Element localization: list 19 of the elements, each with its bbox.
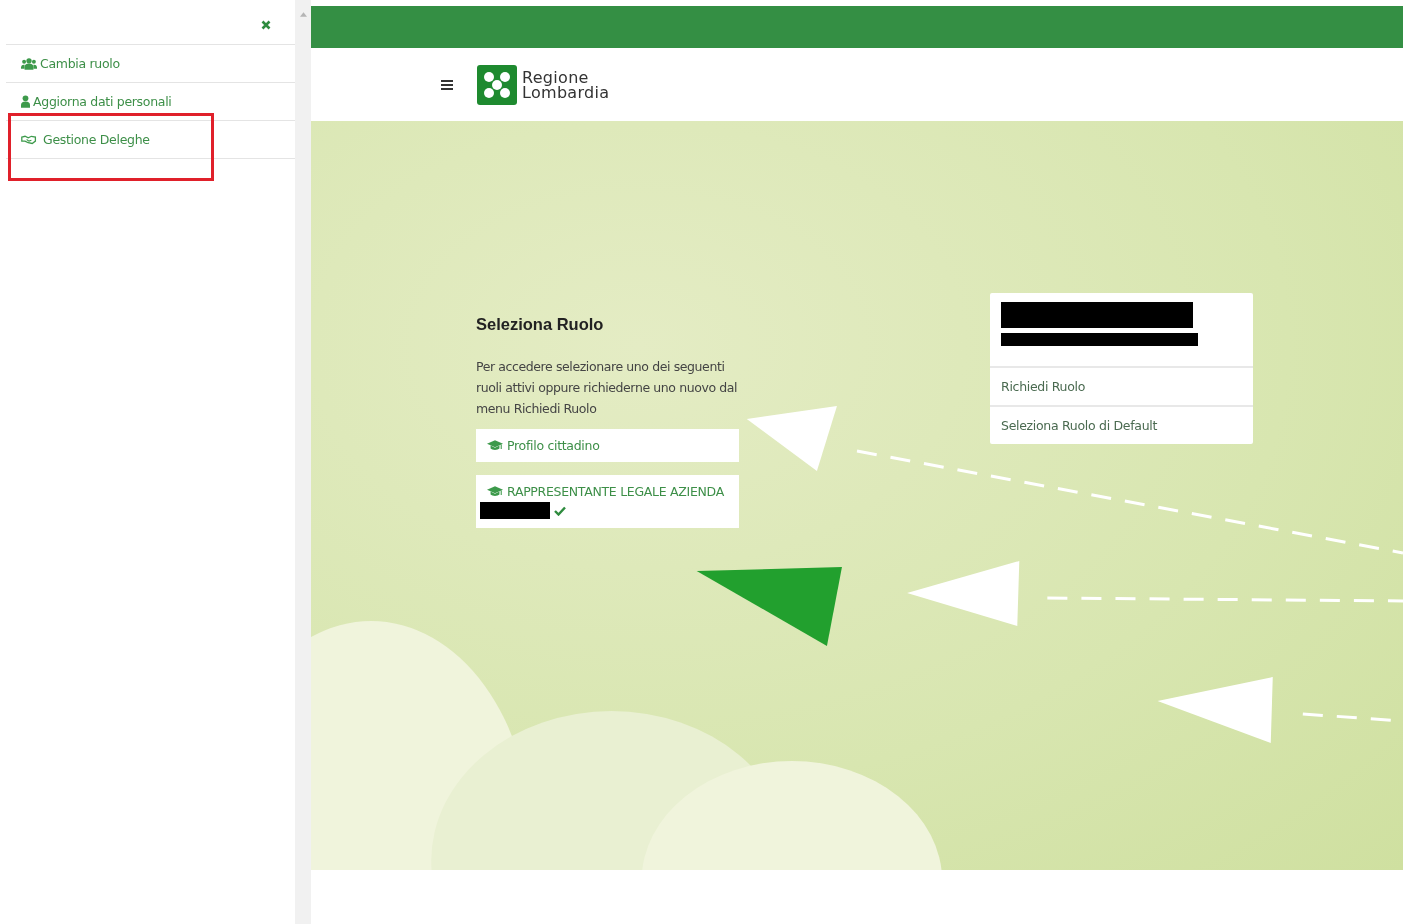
- menu-link[interactable]: Richiedi Ruolo: [990, 368, 1253, 407]
- logo-icon: [477, 64, 517, 105]
- close-icon[interactable]: [261, 20, 271, 30]
- users-icon: [21, 57, 37, 70]
- graduation-cap-icon: [487, 486, 503, 497]
- sidebar-menu-item[interactable]: Cambia ruolo: [6, 56, 120, 71]
- description-text: Per accedere selezionare uno dei seguenti ruoli attivi oppure richiederne uno nuovo dal menu Richiedi Ruolo: [476, 358, 739, 418]
- sidebar-menu-item[interactable]: Gestione Deleghe: [6, 132, 150, 147]
- section-title: Seleziona Ruolo: [476, 315, 605, 334]
- role-option[interactable]: RAPPRESENTANTE LEGALE AZIENDA: [476, 475, 739, 528]
- menu-icon[interactable]: [441, 79, 453, 90]
- sidebar-menu-item[interactable]: Aggiorna dati personali: [6, 94, 172, 109]
- menu-link[interactable]: Seleziona Ruolo di Default: [990, 407, 1253, 444]
- scrollbar[interactable]: [295, 0, 311, 924]
- graduation-cap-icon: [487, 440, 503, 451]
- user-icon: [21, 95, 30, 108]
- logo-text: Regione Lombardia: [522, 69, 610, 100]
- handshake-icon: [21, 133, 37, 146]
- role-option[interactable]: Profilo cittadino: [476, 429, 739, 462]
